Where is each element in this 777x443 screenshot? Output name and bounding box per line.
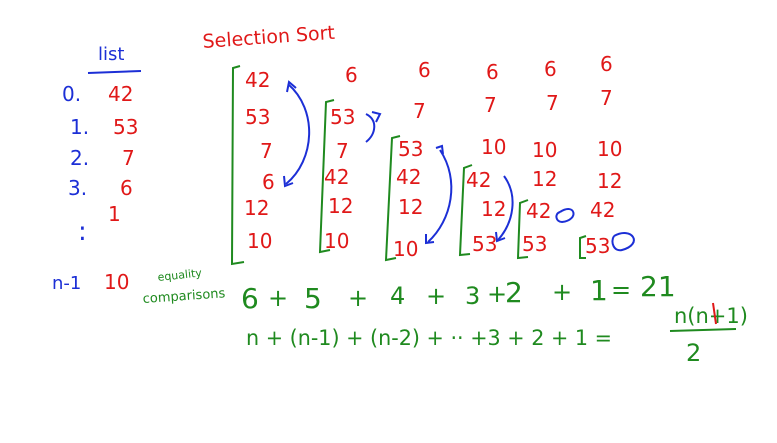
pass-4-cell: 53 (472, 232, 497, 256)
pass-5: 6 7 10 12 42 53 (522, 57, 559, 256)
pass-6-cell: 10 (597, 137, 622, 161)
formula-denominator: 2 (686, 339, 701, 367)
index-0: 0. (62, 82, 81, 106)
pass-3-cell: 42 (396, 165, 421, 189)
comparison-sum: 6 + 5 + 4 + 3 + 2 + 1 = 21 (241, 270, 676, 315)
sum-result: 21 (640, 270, 676, 303)
pass-1-cell: 53 (245, 105, 270, 129)
sum-op: + (268, 284, 288, 312)
pass-4-cell: 6 (486, 60, 499, 84)
pass-2-cell: 7 (336, 139, 349, 163)
pass-2-cell: 10 (324, 229, 349, 253)
pass-2-cell: 6 (345, 63, 358, 87)
pass-6: 6 7 10 12 42 53 (585, 52, 622, 258)
pass-3-cell: 6 (418, 58, 431, 82)
formula-numerator: n(n+1) (674, 304, 748, 328)
sum-term: 1 (590, 274, 608, 307)
equality-label-line2: comparisons (142, 286, 226, 307)
list-value-4: 1 (108, 202, 121, 226)
whiteboard: Selection Sort list 0. 1. 2. 3. : n-1 42… (52, 22, 748, 367)
sum-equals: = (611, 276, 631, 304)
sum-op: + (552, 278, 572, 306)
swap-arrow-3-head-top (435, 144, 444, 155)
pass-3-cell: 7 (413, 99, 426, 123)
pass-2-cell: 12 (328, 194, 353, 218)
pass-5-cell: 6 (544, 57, 557, 81)
pass-2: 6 53 7 42 12 10 (324, 63, 358, 253)
index-1: 1. (70, 115, 89, 139)
sum-term: 2 (505, 276, 523, 309)
pass-4-cell: 42 (466, 168, 491, 192)
pass-5-cell: 53 (522, 232, 547, 256)
pass-3-cell: 12 (398, 195, 423, 219)
sum-term: 3 (465, 282, 480, 310)
pass-4-cell: 12 (481, 197, 506, 221)
sum-term: 6 (241, 282, 259, 315)
sum-term: 4 (390, 282, 405, 310)
index-dots: : (78, 217, 87, 247)
equality-label-line1: equality (157, 266, 203, 284)
pass-4-cell: 10 (481, 135, 506, 159)
sum-op: + (348, 284, 368, 312)
pass-5-cell: 10 (532, 138, 557, 162)
sum-op: + (426, 282, 446, 310)
swap-arrow-2 (365, 113, 376, 143)
list-value-1: 53 (113, 115, 138, 139)
swap-loop-5 (555, 208, 575, 224)
pass-5-cell: 7 (546, 91, 559, 115)
pass-2-cell: 42 (324, 165, 349, 189)
pass-4: 6 7 10 42 12 53 (466, 60, 506, 256)
list-indices: 0. 1. 2. 3. : n-1 (52, 82, 89, 294)
pass-6-cell: 12 (597, 169, 622, 193)
pass-4-cell: 7 (484, 93, 497, 117)
sum-term: 5 (304, 282, 322, 315)
swap-arrow-1 (285, 83, 311, 185)
swap-arrow-3 (427, 149, 453, 243)
list-values: 42 53 7 6 1 10 (104, 82, 138, 294)
pass-1-cell: 12 (244, 196, 269, 220)
pass-3-cell: 10 (393, 237, 418, 261)
list-value-3: 6 (120, 176, 133, 200)
pass-6-cell: 53 (585, 234, 610, 258)
pass-1-cell: 10 (247, 229, 272, 253)
general-sum: n + (n-1) + (n-2) + ·· +3 + 2 + 1 = (246, 326, 612, 350)
pass-6-cell: 6 (600, 52, 613, 76)
formula-fraction-bar (669, 328, 737, 332)
pass-3-cell: 53 (398, 137, 423, 161)
pass-6-cell: 7 (600, 86, 613, 110)
pass-5-cell: 42 (526, 199, 551, 223)
list-value-2: 7 (122, 146, 135, 170)
pass-1-cell: 42 (245, 68, 270, 92)
pass-3: 6 7 53 42 12 10 (393, 58, 431, 261)
pass-6-cell: 42 (590, 198, 615, 222)
pass-2-cell: 53 (330, 105, 355, 129)
index-3: 3. (68, 176, 87, 200)
index-2: 2. (70, 146, 89, 170)
pass-1-cell: 7 (260, 139, 273, 163)
pass-5-cell: 12 (532, 167, 557, 191)
pass-1: 42 53 7 6 12 10 (244, 68, 275, 253)
bracket-pass-1 (230, 65, 245, 266)
list-heading-underline (87, 70, 142, 74)
list-value-5: 10 (104, 270, 129, 294)
title-text: Selection Sort (202, 22, 336, 53)
index-n-1: n-1 (52, 273, 81, 294)
swap-loop-6 (611, 232, 635, 252)
list-heading: list (98, 44, 124, 65)
list-value-0: 42 (108, 82, 133, 106)
pass-1-cell: 6 (262, 170, 275, 194)
